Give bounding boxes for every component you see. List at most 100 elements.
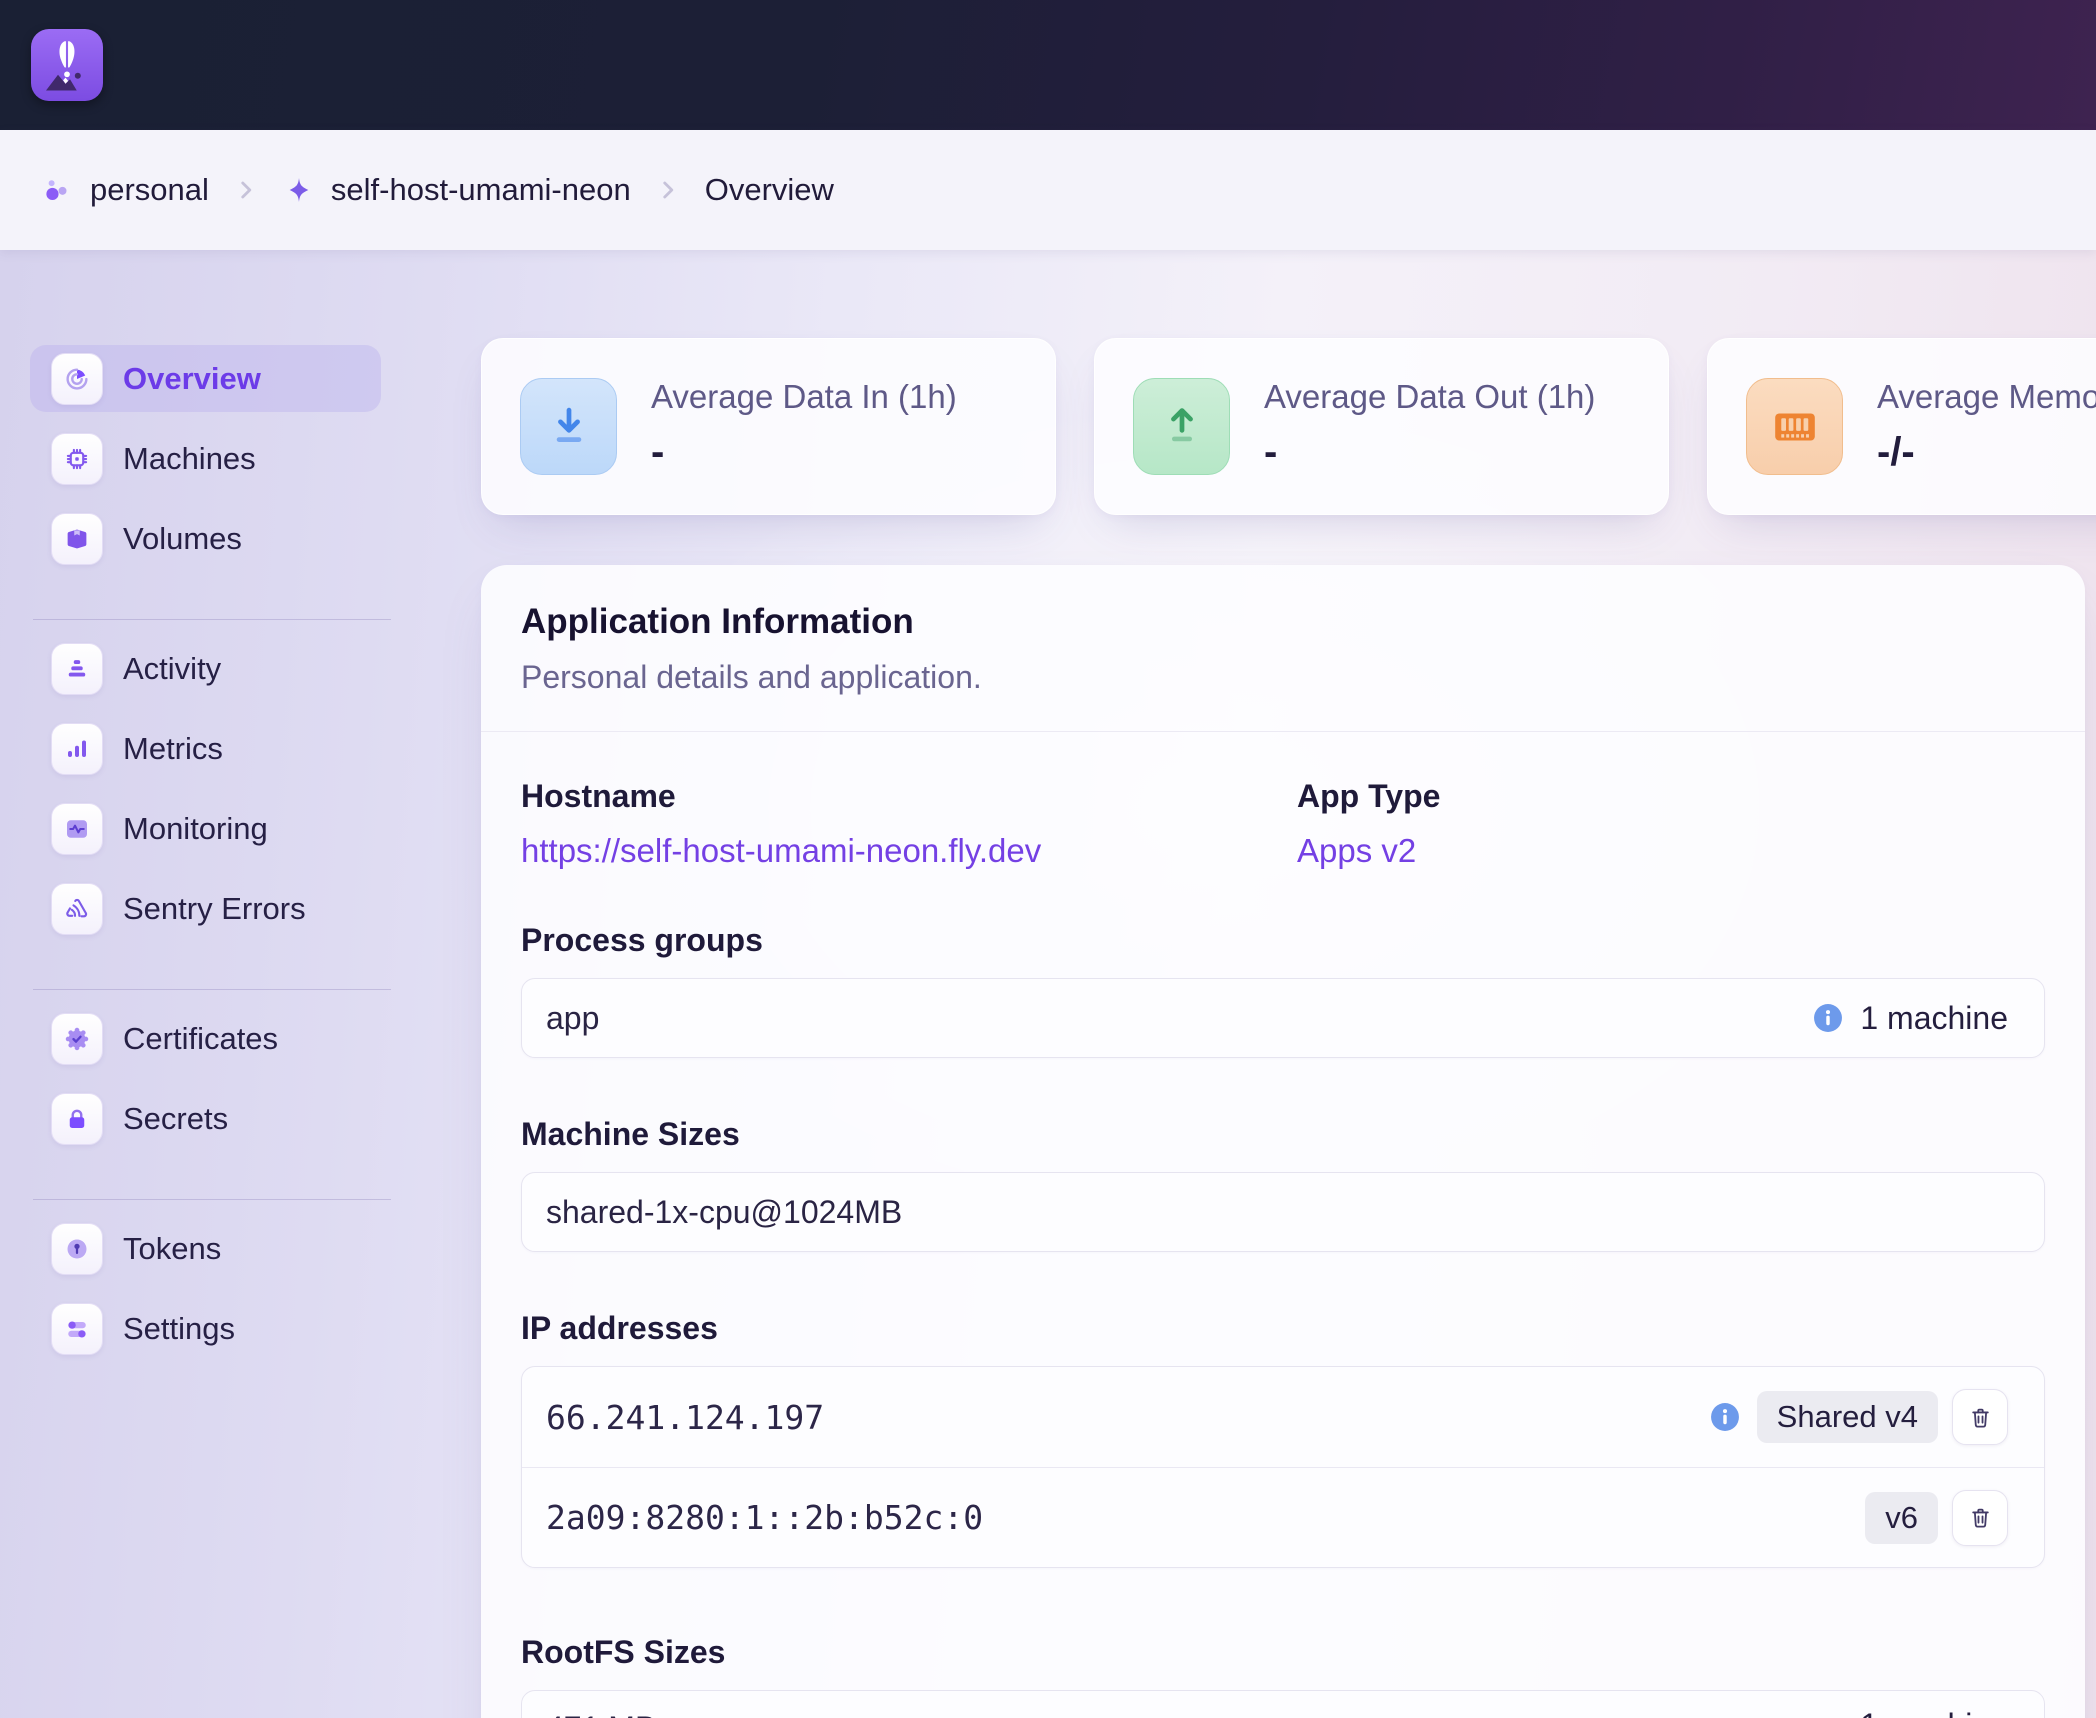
sidebar-label: Certificates (123, 1021, 278, 1057)
rootfs-machine-count: 1 machine (1860, 1707, 2008, 1718)
certificates-icon (51, 1013, 103, 1065)
data-out-upload-icon (1133, 378, 1230, 475)
sidebar-item-certificates[interactable]: Certificates (30, 1005, 381, 1072)
application-information-panel: Application Information Personal details… (481, 565, 2085, 1718)
app-type-field: App Type Apps v2 (1297, 776, 2045, 872)
breadcrumb-org-label: personal (90, 172, 209, 208)
ip-address-v6: 2a09:8280:1::2b:b52c:0 (546, 1498, 983, 1537)
stat-value: - (1264, 430, 1595, 475)
stat-card-data-in: Average Data In (1h) - (481, 338, 1056, 515)
breadcrumb-item-app[interactable]: self-host-umami-neon (283, 172, 631, 208)
breadcrumb: personal self-host-umami-neon Overview (0, 130, 2096, 250)
app-star-icon (283, 174, 315, 206)
secrets-lock-icon (51, 1093, 103, 1145)
stat-label: Average Memory (1877, 378, 2096, 416)
sidebar-item-secrets[interactable]: Secrets (30, 1085, 381, 1152)
page-content: Overview Machines Volumes (0, 250, 2096, 1718)
sentry-icon (51, 883, 103, 935)
sidebar-divider (33, 619, 391, 620)
breadcrumb-item-organization[interactable]: personal (40, 172, 209, 208)
ip-address-v4: 66.241.124.197 (546, 1398, 824, 1437)
sidebar-label: Monitoring (123, 811, 268, 847)
sidebar-item-volumes[interactable]: Volumes (30, 505, 381, 572)
ip-row-v4: 66.241.124.197 Shared v4 (522, 1367, 2044, 1467)
sidebar-item-sentry-errors[interactable]: Sentry Errors (30, 875, 381, 942)
ip-type-badge: v6 (1865, 1492, 1938, 1544)
ip-row-v6: 2a09:8280:1::2b:b52c:0 v6 (522, 1467, 2044, 1567)
breadcrumb-page-label: Overview (705, 172, 834, 208)
info-icon[interactable] (1810, 1000, 1846, 1036)
panel-subtitle: Personal details and application. (521, 657, 2045, 697)
sidebar-label: Tokens (123, 1231, 221, 1267)
process-group-row: app 1 machine (521, 978, 2045, 1058)
rootfs-sizes-label: RootFS Sizes (521, 1632, 2045, 1672)
sidebar-item-activity[interactable]: Activity (30, 635, 381, 702)
hostname-apptype-grid: Hostname https://self-host-umami-neon.fl… (521, 776, 2045, 872)
sidebar-label: Machines (123, 441, 256, 477)
stat-card-memory: Average Memory -/- (1707, 338, 2096, 515)
volumes-icon (51, 513, 103, 565)
app-type-link[interactable]: Apps v2 (1297, 830, 1416, 872)
hostname-label: Hostname (521, 776, 1297, 816)
stat-label: Average Data Out (1h) (1264, 378, 1595, 416)
info-icon[interactable] (1707, 1399, 1743, 1435)
process-group-name: app (546, 1000, 599, 1037)
app-type-label: App Type (1297, 776, 2045, 816)
stat-label: Average Data In (1h) (651, 378, 957, 416)
memory-ram-icon (1746, 378, 1843, 475)
hostname-field: Hostname https://self-host-umami-neon.fl… (521, 776, 1297, 872)
process-groups-label: Process groups (521, 920, 2045, 960)
rootfs-row: 471 MB 1 machine (521, 1690, 2045, 1718)
sidebar-label: Settings (123, 1311, 235, 1347)
sidebar-label: Secrets (123, 1101, 228, 1137)
sidebar-item-settings[interactable]: Settings (30, 1295, 381, 1362)
top-navigation-bar (0, 0, 2096, 130)
ip-addresses-label: IP addresses (521, 1308, 2045, 1348)
sidebar-item-metrics[interactable]: Metrics (30, 715, 381, 782)
sidebar-label: Sentry Errors (123, 891, 306, 927)
stat-value: - (651, 430, 957, 475)
main-content: Average Data In (1h) - Average Data Out … (481, 338, 2096, 1718)
rootfs-sizes-section: RootFS Sizes 471 MB 1 machine (521, 1632, 2045, 1718)
machine-sizes-section: Machine Sizes shared-1x-cpu@1024MB (521, 1114, 2045, 1252)
sidebar-navigation: Overview Machines Volumes (30, 345, 388, 1375)
panel-header: Application Information Personal details… (481, 601, 2085, 732)
fly-balloon-logo[interactable] (31, 29, 103, 101)
sidebar-item-monitoring[interactable]: Monitoring (30, 795, 381, 862)
sidebar-item-overview[interactable]: Overview (30, 345, 381, 412)
process-groups-section: Process groups app 1 machine (521, 920, 2045, 1058)
breadcrumb-app-label: self-host-umami-neon (331, 172, 631, 208)
chevron-right-icon (233, 177, 259, 203)
sidebar-item-machines[interactable]: Machines (30, 425, 381, 492)
rootfs-size-value: 471 MB (546, 1707, 656, 1718)
panel-title: Application Information (521, 601, 2045, 643)
machine-size-value: shared-1x-cpu@1024MB (546, 1194, 902, 1231)
ip-type-badge: Shared v4 (1757, 1391, 1938, 1443)
sidebar-divider (33, 989, 391, 990)
metrics-icon (51, 723, 103, 775)
data-in-download-icon (520, 378, 617, 475)
sidebar-label: Overview (123, 361, 261, 397)
ip-addresses-list: 66.241.124.197 Shared v4 (521, 1366, 2045, 1568)
sidebar-item-tokens[interactable]: Tokens (30, 1215, 381, 1282)
ip-addresses-section: IP addresses 66.241.124.197 Shared v4 (521, 1308, 2045, 1568)
stat-value: -/- (1877, 430, 2096, 475)
breadcrumb-item-page[interactable]: Overview (705, 172, 834, 208)
tokens-key-icon (51, 1223, 103, 1275)
stats-row: Average Data In (1h) - Average Data Out … (481, 338, 2096, 515)
machine-sizes-label: Machine Sizes (521, 1114, 2045, 1154)
hostname-link[interactable]: https://self-host-umami-neon.fly.dev (521, 830, 1041, 872)
organization-dots-icon (40, 173, 74, 207)
monitoring-icon (51, 803, 103, 855)
machines-icon (51, 433, 103, 485)
panel-body: Hostname https://self-host-umami-neon.fl… (481, 732, 2085, 1718)
sidebar-label: Volumes (123, 521, 242, 557)
sidebar-divider (33, 1199, 391, 1200)
stat-card-data-out: Average Data Out (1h) - (1094, 338, 1669, 515)
chevron-right-icon (655, 177, 681, 203)
sidebar-label: Metrics (123, 731, 223, 767)
machine-count: 1 machine (1860, 1000, 2008, 1037)
delete-ip-button[interactable] (1952, 1389, 2008, 1445)
sidebar-label: Activity (123, 651, 221, 687)
delete-ip-button[interactable] (1952, 1490, 2008, 1546)
